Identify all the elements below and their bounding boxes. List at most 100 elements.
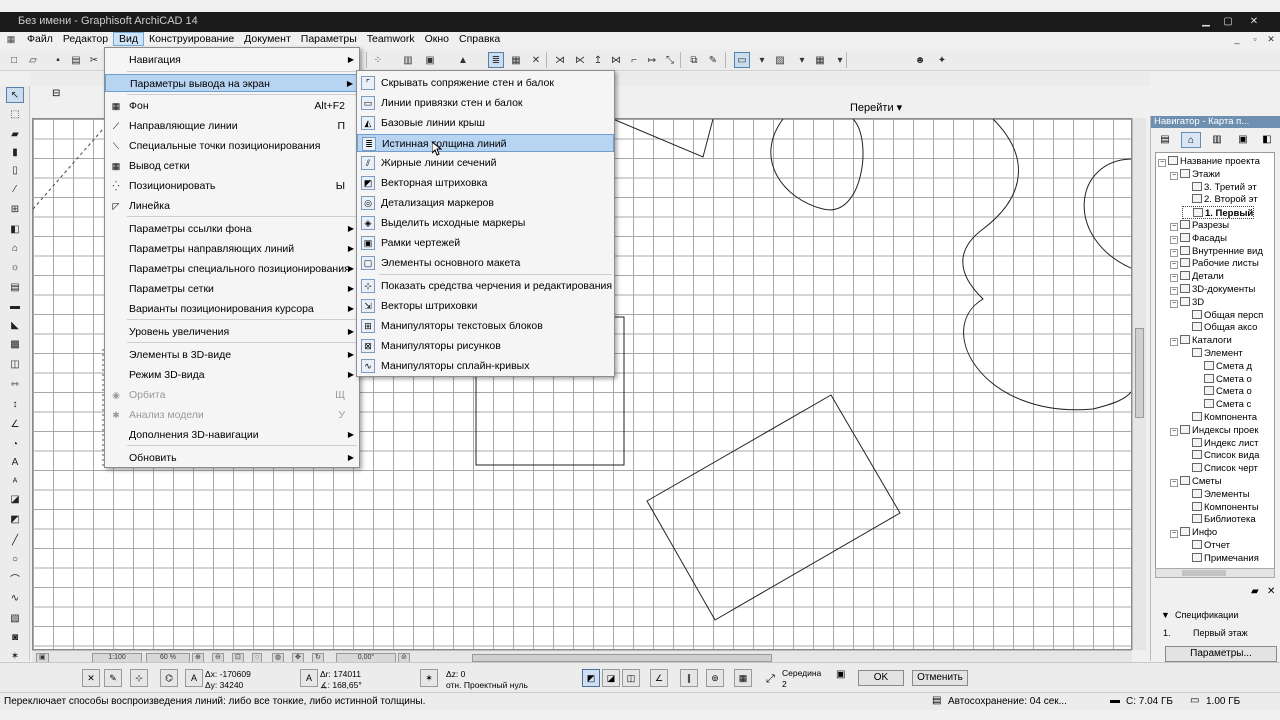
camera-tool-icon[interactable]: ◙	[6, 629, 24, 645]
parallel-icon[interactable]: ∥	[680, 669, 698, 687]
drawing-tool-icon[interactable]: ▧	[6, 610, 24, 626]
lock-icon[interactable]: ▲	[455, 52, 471, 68]
navigator-tree-item[interactable]: −Список черт	[1182, 462, 1258, 475]
submenu-item[interactable]: ⇲ Векторы штриховки	[357, 297, 614, 315]
snap-mode2-icon[interactable]: ◪	[602, 669, 620, 687]
navigator-tree-item[interactable]: −Элемент	[1182, 347, 1243, 360]
menu-document[interactable]: Документ	[239, 32, 296, 46]
menu-design[interactable]: Конструирование	[144, 32, 239, 46]
split-icon[interactable]: ⋉	[572, 52, 588, 68]
submenu-item[interactable]: ⊠ Манипуляторы рисунков	[357, 337, 614, 355]
view-menu-special-snap[interactable]: ⟍ Специальные точки позиционирования	[105, 137, 359, 155]
submenu-item[interactable]: ◎ Детализация маркеров	[357, 194, 614, 212]
grid-icon[interactable]: ▦	[734, 669, 752, 687]
navigator-tree-item[interactable]: − Сметы	[1170, 475, 1222, 488]
doc-close-button[interactable]: ✕	[1264, 33, 1278, 45]
radial-tool-icon[interactable]: ◔	[6, 436, 24, 452]
tree-expander-icon[interactable]: −	[1170, 274, 1178, 283]
tree-expander-icon[interactable]: −	[1170, 171, 1178, 180]
object-tool-icon[interactable]: ⌂	[6, 240, 24, 256]
floor-plan-icon[interactable]: ▭	[734, 52, 750, 68]
navigator-tree-item[interactable]: −Общая персп	[1182, 309, 1263, 322]
tree-expander-icon[interactable]: −	[1170, 427, 1178, 436]
layout-icon[interactable]: ▦	[812, 52, 828, 68]
view-menu-snap[interactable]: ⁛ Позиционировать Ы	[105, 177, 359, 195]
roof-tool-icon[interactable]: ◣	[6, 317, 24, 333]
marquee-icon[interactable]: ⊟	[52, 88, 60, 99]
view-menu-grid-display[interactable]: ▦ Вывод сетки	[105, 157, 359, 175]
tree-expander-icon[interactable]: −	[1170, 248, 1178, 257]
view-menu-3d-mode[interactable]: Режим 3D-вида ▶	[105, 366, 359, 384]
tree-expander-icon[interactable]: −	[1158, 159, 1166, 167]
navigator-tree-item[interactable]: − Фасады	[1170, 232, 1227, 245]
view-map-icon[interactable]: ⌂	[1181, 132, 1201, 148]
beam-tool-icon[interactable]: ⁄	[6, 181, 24, 197]
navigator-tree-item[interactable]: − Внутренние вид	[1170, 245, 1263, 258]
doc-minimize-button[interactable]: _	[1230, 33, 1244, 45]
navigator-tree-item[interactable]: − Индексы проек	[1170, 424, 1259, 437]
elevation-icon[interactable]: ✶	[420, 669, 438, 687]
figure-icon[interactable]: ✦	[934, 52, 950, 68]
view-menu-zoom-level[interactable]: Уровень увеличения ▶	[105, 323, 359, 341]
coord-lock-icon[interactable]: ⌬	[160, 669, 178, 687]
ok-button[interactable]: OK	[858, 670, 904, 686]
navigator-tree-item[interactable]: − Инфо	[1170, 526, 1217, 539]
middle-settings-icon[interactable]: ▣	[836, 669, 845, 680]
organizer-icon[interactable]: ◧	[1257, 132, 1277, 148]
column-tool-icon[interactable]: ▯	[6, 162, 24, 178]
navigator-tree-item[interactable]: − Этажи	[1170, 168, 1220, 181]
navigator-tree-item[interactable]: − Каталоги	[1170, 334, 1232, 347]
true-line-weight-icon[interactable]: ≣	[488, 52, 504, 68]
stack-icon[interactable]: ▣	[422, 52, 438, 68]
horizontal-scroll-thumb[interactable]	[472, 654, 772, 662]
dropdown2-icon[interactable]: ▾	[794, 52, 810, 68]
constraint-icon[interactable]: ∠	[650, 669, 668, 687]
circle-tool-icon[interactable]: ○	[6, 551, 24, 567]
navigator-tree-item[interactable]: − Название проекта	[1158, 155, 1260, 168]
navigator-tree-item[interactable]: − Разрезы	[1170, 219, 1229, 232]
marquee-tool-icon[interactable]: ⬚	[6, 106, 24, 122]
new-icon[interactable]: □	[6, 52, 22, 68]
navigator-tree-item[interactable]: −Отчет	[1182, 539, 1230, 552]
submenu-item[interactable]: ∿ Манипуляторы сплайн-кривых	[357, 357, 614, 375]
figure-tool-icon[interactable]: ◪	[6, 491, 24, 507]
text-tool-icon[interactable]: A	[6, 454, 24, 470]
grid-snap-icon[interactable]: ⁘	[370, 52, 386, 68]
cross-icon[interactable]: ✕	[528, 52, 544, 68]
view-menu-special-snap-options[interactable]: Параметры специального позиционирования ▶	[105, 260, 359, 278]
vertical-scrollbar[interactable]	[1132, 118, 1146, 650]
zone-tool-icon[interactable]: ◫	[6, 356, 24, 372]
navigator-tree-item[interactable]: −Компонента	[1182, 411, 1257, 424]
delete-icon[interactable]: ✕	[1267, 586, 1275, 597]
line-tool-icon[interactable]: ╱	[6, 532, 24, 548]
stair-tool-icon[interactable]: ▤	[6, 279, 24, 295]
snap-mode3-icon[interactable]: ◫	[622, 669, 640, 687]
coord-pen-icon[interactable]: ✎	[104, 669, 122, 687]
view-menu-display-options[interactable]: Параметры вывода на экран ▶	[105, 74, 359, 92]
arrow-tool-icon[interactable]: ↖	[6, 87, 24, 103]
view-menu-3d-nav-extras[interactable]: Дополнения 3D-навигации ▶	[105, 426, 359, 444]
navigator-tree-item[interactable]: −Компоненты	[1182, 501, 1259, 514]
resize-icon[interactable]: ⤡	[662, 52, 678, 68]
menu-window[interactable]: Окно	[420, 32, 454, 46]
submenu-item[interactable]: ▣ Рамки чертежей	[357, 234, 614, 252]
navigator-tree-item[interactable]: −Индекс лист	[1182, 437, 1259, 450]
open-icon[interactable]: ▱	[25, 52, 41, 68]
navigator-tree-item[interactable]: −Библиотека	[1182, 513, 1256, 526]
navigator-hscrollbar[interactable]	[1155, 568, 1275, 578]
view-menu-cursor-snap-options[interactable]: Варианты позиционирования курсора ▶	[105, 300, 359, 318]
offset-icon[interactable]: ↦	[644, 52, 660, 68]
fill-tool-icon[interactable]: ◩	[6, 511, 24, 527]
navigator-tree-item[interactable]: Смета с	[1194, 398, 1251, 411]
view-menu-refresh[interactable]: Обновить ▶	[105, 449, 359, 467]
specs-expander-icon[interactable]: ▼	[1161, 610, 1170, 620]
walk-icon[interactable]: ☻	[912, 52, 928, 68]
fillet-icon[interactable]: ⌐	[626, 52, 642, 68]
coord-origin-icon[interactable]: A	[185, 669, 203, 687]
new-folder-icon[interactable]: ▰	[1251, 586, 1259, 597]
cut-icon[interactable]: ✂	[86, 52, 102, 68]
adjust-icon[interactable]: ↥	[590, 52, 606, 68]
navigator-params-button[interactable]: Параметры...	[1165, 646, 1277, 662]
submenu-item[interactable]: ◭ Базовые линии крыш	[357, 114, 614, 132]
angle-tool-icon[interactable]: ∠	[6, 416, 24, 432]
